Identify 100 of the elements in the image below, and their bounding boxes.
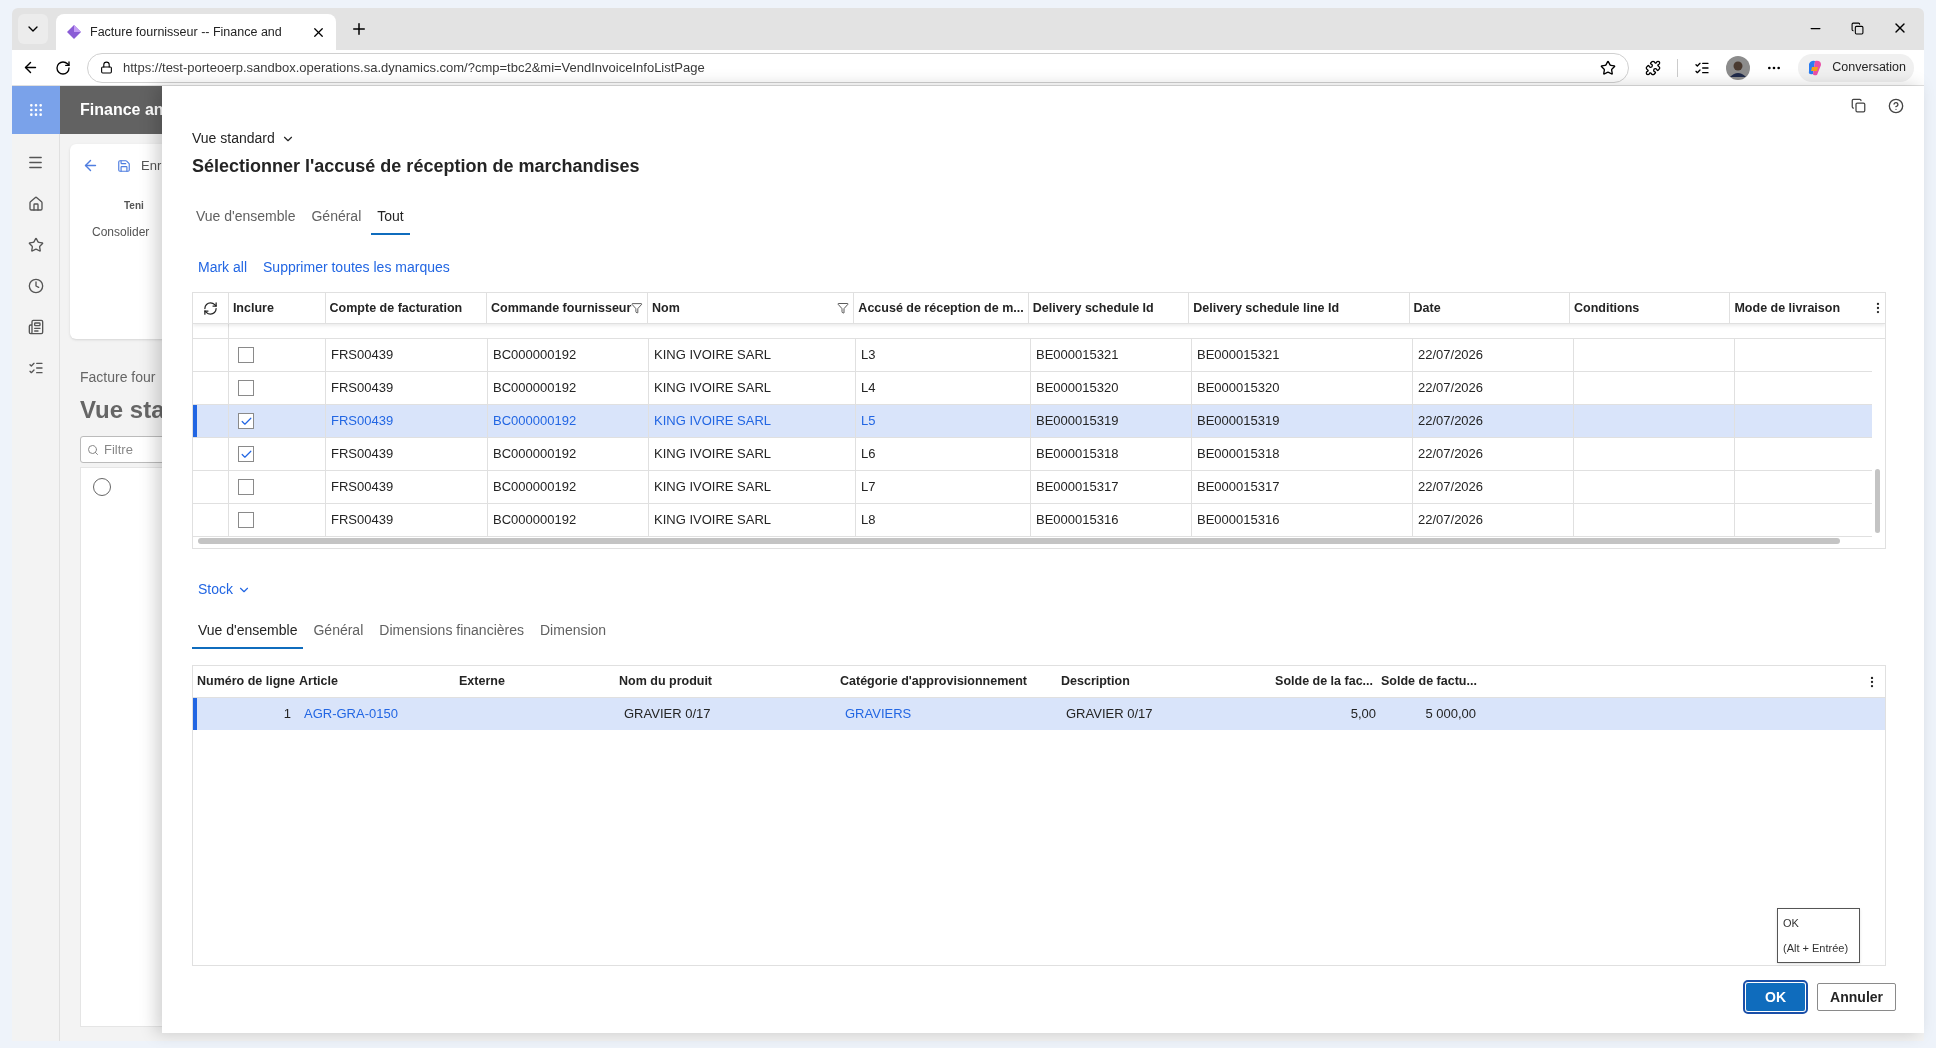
reload-icon[interactable] — [55, 59, 71, 76]
section-toggle[interactable]: Stock — [198, 579, 251, 600]
table-cell-text: 22/07/2026 — [1418, 412, 1484, 431]
table-cell: GRAVIERS — [845, 706, 912, 722]
table-cell-text: L4 — [861, 379, 876, 398]
select-all-radio[interactable] — [93, 478, 111, 496]
menu-icon[interactable] — [27, 154, 44, 171]
table-cell-text: KING IVOIRE SARL — [654, 511, 772, 530]
grid-row[interactable]: FRS00439 BC000000192 KING IVOIRE SARL L3 BE000015321 BE000015321 22/07/2026 — [193, 339, 1872, 372]
table-cell-text: 22/07/2026 — [1418, 379, 1484, 398]
column-header[interactable]: Catégorie d'approvisionnement — [836, 672, 1057, 691]
modules-icon[interactable] — [27, 360, 44, 376]
table-cell-text: BE000015319 — [1197, 412, 1280, 431]
site-info-icon — [100, 61, 113, 74]
column-header[interactable]: Commande fournisseur — [486, 293, 648, 323]
tab-title: Facture fournisseur -- Finance and — [90, 23, 283, 41]
filter-icon — [837, 302, 850, 314]
column-header[interactable]: Date — [1408, 293, 1569, 323]
table-cell-text: BE000015317 — [1197, 478, 1280, 497]
tab[interactable]: Tout — [371, 202, 410, 235]
column-header[interactable]: Compte de facturation — [324, 293, 487, 323]
checkbox[interactable] — [238, 479, 254, 495]
restore-icon[interactable] — [1851, 21, 1864, 35]
refresh-icon[interactable] — [202, 300, 218, 316]
tab[interactable]: Général — [307, 616, 370, 649]
tab-list-button[interactable] — [18, 14, 48, 44]
column-header[interactable]: Numéro de ligne — [193, 672, 295, 691]
column-header[interactable]: Externe — [455, 672, 615, 691]
favorite-icon[interactable] — [1600, 59, 1617, 76]
table-cell: GRAVIER 0/17 — [624, 706, 711, 722]
tab[interactable]: Dimensions financières — [373, 616, 530, 649]
favorites-icon[interactable] — [27, 237, 44, 253]
new-tab-icon[interactable] — [350, 20, 368, 38]
group-label: Teni — [124, 198, 145, 213]
recent-icon[interactable] — [27, 278, 44, 294]
table-cell-text: BC000000192 — [493, 511, 577, 530]
checkbox[interactable] — [238, 413, 254, 429]
column-header[interactable]: Accusé de réception de m... — [853, 293, 1028, 323]
cancel-button[interactable]: Annuler — [1817, 983, 1896, 1011]
tab[interactable]: Général — [305, 202, 368, 235]
table-cell-text: L3 — [861, 346, 876, 365]
column-header[interactable]: Delivery schedule line Id — [1188, 293, 1409, 323]
checkbox[interactable] — [238, 512, 254, 528]
grid-row[interactable]: FRS00439 BC000000192 KING IVOIRE SARL L8 BE000015316 BE000015316 22/07/2026 — [193, 504, 1872, 537]
column-header[interactable]: Solde de la fac... — [1237, 672, 1377, 691]
save-icon[interactable] — [117, 158, 131, 173]
checkbox[interactable] — [238, 446, 254, 462]
table-cell: GRAVIER 0/17 — [1066, 706, 1153, 722]
help-icon[interactable] — [1888, 98, 1904, 114]
table-cell: 5 000,00 — [1425, 706, 1476, 722]
column-header[interactable]: Inclure — [227, 293, 325, 323]
checkbox[interactable] — [238, 347, 254, 363]
table-cell: AGR-GRA-0150 — [304, 706, 398, 722]
copilot-button[interactable]: Conversation — [1798, 53, 1914, 82]
column-header[interactable]: Nom — [647, 293, 854, 323]
column-header[interactable]: Description — [1057, 672, 1237, 691]
column-header[interactable]: Mode de livraison — [1729, 293, 1867, 323]
table-cell-text: FRS00439 — [331, 412, 394, 431]
view-selector[interactable]: Vue standard — [192, 128, 295, 149]
table-cell-text: L5 — [861, 412, 876, 431]
back-icon[interactable] — [22, 59, 39, 76]
tab[interactable]: Vue d'ensemble — [192, 616, 304, 649]
column-header[interactable]: Solde de factu... — [1377, 672, 1477, 691]
table-cell-text: L6 — [861, 445, 876, 464]
table-cell-text: FRS00439 — [331, 478, 394, 497]
browser-tab[interactable]: Facture fournisseur -- Finance and — [56, 14, 336, 50]
table-cell-text: L8 — [861, 511, 876, 530]
table-cell-text: FRS00439 — [331, 445, 394, 464]
ok-button[interactable]: OK — [1746, 983, 1806, 1011]
home-icon[interactable] — [27, 196, 44, 212]
action-link[interactable]: Mark all — [198, 257, 247, 278]
action-link[interactable]: Supprimer toutes les marques — [263, 257, 450, 278]
workspaces-icon[interactable] — [27, 319, 44, 335]
table-cell-text: BE000015320 — [1036, 379, 1119, 398]
grid-row[interactable]: FRS00439 BC000000192 KING IVOIRE SARL L4 BE000015320 BE000015320 22/07/2026 — [193, 372, 1872, 405]
save-label[interactable]: Enr — [141, 156, 162, 176]
filter-icon — [631, 302, 644, 314]
table-cell-text: L7 — [861, 478, 876, 497]
table-cell-text: BE000015316 — [1197, 511, 1280, 530]
tab[interactable]: Dimension — [534, 616, 613, 649]
breadcrumb: Facture four — [80, 368, 156, 387]
tab[interactable]: Vue d'ensemble — [190, 202, 302, 235]
table-cell-text: 22/07/2026 — [1418, 445, 1484, 464]
column-header[interactable]: Nom du produit — [615, 672, 836, 691]
column-header[interactable]: Article — [295, 672, 455, 691]
app-logo-icon — [66, 24, 82, 40]
table-cell-text: BC000000192 — [493, 379, 577, 398]
grid-row[interactable]: FRS00439 BC000000192 KING IVOIRE SARL L6 BE000015318 BE000015318 22/07/2026 — [193, 438, 1872, 471]
checkbox[interactable] — [238, 380, 254, 396]
table-cell-text: BE000015318 — [1197, 445, 1280, 464]
grid-row[interactable]: FRS00439 BC000000192 KING IVOIRE SARL L5 BE000015319 BE000015319 22/07/2026 — [193, 405, 1872, 438]
table-cell: 5,00 — [1350, 706, 1376, 722]
column-header[interactable]: Delivery schedule Id — [1027, 293, 1189, 323]
profile-avatar[interactable] — [1726, 55, 1751, 80]
table-cell-text: BC000000192 — [493, 346, 577, 365]
grid-row[interactable]: 1 AGR-GRA-0150 GRAVIER 0/17 GRAVIERS GRAVIER 0/17 5,00 5 000,00 — [193, 698, 1885, 730]
extensions-icon[interactable] — [1645, 59, 1662, 76]
column-header[interactable]: Conditions — [1569, 293, 1730, 323]
grid-row[interactable]: FRS00439 BC000000192 KING IVOIRE SARL L7 BE000015317 BE000015317 22/07/2026 — [193, 471, 1872, 504]
table-cell-text: 22/07/2026 — [1418, 511, 1484, 530]
